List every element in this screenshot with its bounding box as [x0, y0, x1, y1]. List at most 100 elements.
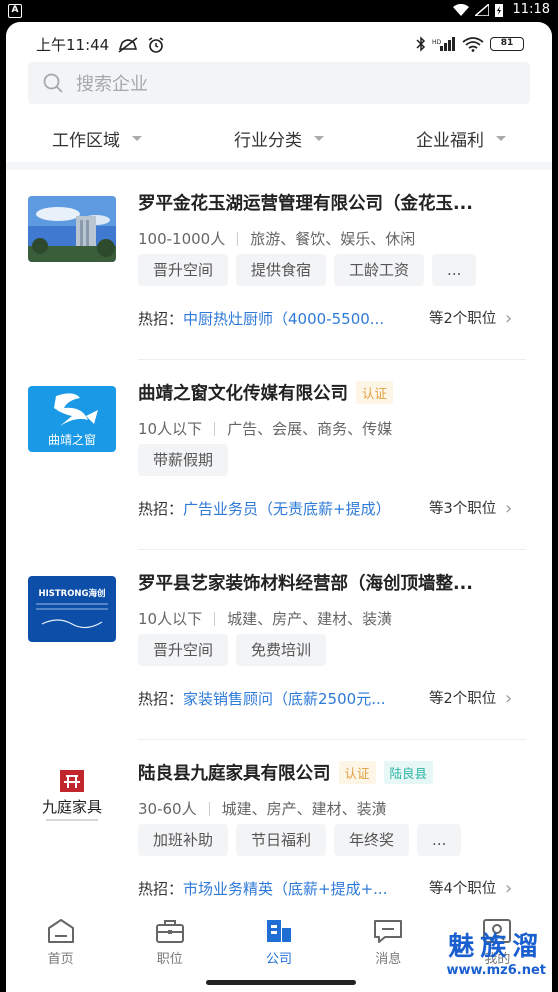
search-bar[interactable]: 搜索企业 — [28, 62, 530, 104]
job-count: 等4个职位 — [429, 880, 497, 897]
company-name: 陆良县九庭家具有限公司 认证 陆良县 — [138, 760, 528, 785]
benefit-tag: 提供食宿 — [236, 254, 327, 286]
company-logo: 九庭家具 — [28, 766, 116, 832]
battery-charging-icon — [494, 3, 503, 17]
no-signal-icon — [474, 3, 489, 16]
benefit-tag: 免费培训 — [236, 634, 327, 666]
meta-separator — [208, 801, 210, 816]
filter-industry[interactable]: 行业分类 — [188, 116, 370, 160]
benefit-tag: 晋升空间 — [138, 634, 229, 666]
meta-separator — [214, 611, 216, 626]
svg-text:曲靖之窗: 曲靖之窗 — [48, 433, 96, 447]
hot-job-title: 市场业务精英（底薪+提成+... — [183, 880, 388, 898]
certified-badge: 认证 — [356, 381, 394, 404]
system-status-bar: A 11:18 — [0, 0, 558, 22]
section-divider — [6, 162, 552, 170]
chevron-right-icon: › — [505, 688, 513, 709]
svg-text:九庭家具: 九庭家具 — [42, 798, 102, 816]
meta-separator — [214, 421, 216, 436]
caret-down-icon — [314, 135, 324, 141]
hot-job-title: 广告业务员（无责底薪+提成） — [183, 500, 391, 518]
hot-job-label: 热招： — [138, 880, 184, 898]
filter-benefits[interactable]: 企业福利 — [370, 116, 552, 160]
benefit-tag: 晋升空间 — [138, 254, 229, 286]
device-status-bar: 上午11:44 HD 81 — [6, 34, 552, 58]
company-meta: 10人以下 广告、会展、商务、传媒 — [138, 418, 392, 439]
hot-job-label: 热招： — [138, 690, 184, 708]
message-icon — [374, 920, 403, 943]
benefit-tag: 节日福利 — [236, 824, 327, 856]
job-count: 等2个职位 — [429, 690, 497, 707]
certified-badge: 认证 — [338, 761, 376, 784]
job-count: 等3个职位 — [429, 500, 497, 517]
building-icon — [267, 920, 291, 942]
company-logo: 曲靖之窗 — [28, 386, 116, 452]
company-meta: 10人以下 城建、房产、建材、装潢 — [138, 608, 392, 629]
company-logo-photo — [28, 196, 116, 262]
filter-label: 企业福利 — [416, 130, 484, 151]
job-count: 等2个职位 — [429, 310, 497, 327]
company-card[interactable]: 曲靖之窗 曲靖之窗文化传媒有限公司 认证 10人以下 广告、会展、商务、传媒 带薪… — [6, 360, 552, 550]
benefit-tags: 晋升空间 提供食宿 工龄工资 ... — [138, 254, 477, 286]
hot-job-title: 中厨热灶厨师（4000-5500... — [183, 310, 385, 328]
company-list: 罗平金花玉湖运营管理有限公司（金花玉... 100-1000人 旅游、餐饮、娱乐… — [6, 170, 552, 930]
area-badge: 陆良县 — [383, 761, 434, 784]
tab-label: 公司 — [266, 952, 293, 967]
mute-icon — [118, 36, 138, 53]
briefcase-icon — [155, 920, 184, 943]
company-size: 10人以下 — [138, 610, 203, 628]
hd-signal-icon: HD — [432, 37, 455, 51]
gesture-home-indicator[interactable] — [206, 980, 356, 985]
benefit-tags: 晋升空间 免费培训 — [138, 634, 327, 666]
wifi-icon — [452, 3, 469, 16]
company-industry: 旅游、餐饮、娱乐、休闲 — [250, 230, 416, 248]
svg-text:HD: HD — [432, 39, 442, 46]
caret-down-icon — [132, 135, 142, 141]
meta-separator — [237, 231, 239, 246]
notification-a-icon: A — [8, 4, 22, 18]
hot-job-label: 热招： — [138, 500, 184, 518]
chevron-right-icon: › — [505, 878, 513, 899]
filter-bar: 工作区域 行业分类 企业福利 — [6, 116, 552, 160]
search-placeholder: 搜索企业 — [76, 74, 148, 95]
hot-job-row[interactable]: 热招： 家装销售顾问（底薪2500元... 等2个职位 › — [138, 688, 528, 709]
alarm-icon — [148, 36, 164, 53]
hot-job-row[interactable]: 热招： 市场业务精英（底薪+提成+... 等4个职位 › — [138, 878, 528, 899]
company-meta: 100-1000人 旅游、餐饮、娱乐、休闲 — [138, 228, 415, 249]
system-clock: 11:18 — [512, 2, 550, 17]
app-screen: 上午11:44 HD 81 搜索企业 工作区域 行业分类 企业福利 罗平金花玉湖… — [6, 22, 552, 992]
benefit-tag: 带薪假期 — [138, 444, 229, 476]
company-name: 曲靖之窗文化传媒有限公司 认证 — [138, 380, 528, 405]
filter-work-area[interactable]: 工作区域 — [6, 116, 188, 160]
company-card[interactable]: 九庭家具 陆良县九庭家具有限公司 认证 陆良县 30-60人 城建、房产、建材、装潢… — [6, 740, 552, 930]
company-size: 30-60人 — [138, 800, 197, 818]
wifi-icon — [462, 37, 484, 52]
bluetooth-icon — [416, 36, 426, 52]
benefit-tag: 加班补助 — [138, 824, 229, 856]
battery-indicator: 81 — [490, 37, 524, 51]
chevron-right-icon: › — [505, 308, 513, 329]
hot-job-row[interactable]: 热招： 广告业务员（无责底薪+提成） 等3个职位 › — [138, 498, 528, 519]
hot-job-label: 热招： — [138, 310, 184, 328]
company-name: 罗平金花玉湖运营管理有限公司（金花玉... — [138, 194, 473, 214]
tab-label: 职位 — [156, 952, 183, 967]
chevron-right-icon: › — [505, 498, 513, 519]
company-size: 100-1000人 — [138, 230, 226, 248]
filter-label: 工作区域 — [52, 130, 120, 151]
tab-label: 消息 — [375, 952, 402, 967]
home-icon — [47, 919, 74, 943]
caret-down-icon — [496, 135, 506, 141]
svg-text:HISTRONG海创: HISTRONG海创 — [38, 588, 105, 599]
company-size: 10人以下 — [138, 420, 203, 438]
benefit-tag: 年终奖 — [334, 824, 410, 856]
hot-job-row[interactable]: 热招： 中厨热灶厨师（4000-5500... 等2个职位 › — [138, 308, 528, 329]
hot-job-title: 家装销售顾问（底薪2500元... — [183, 690, 386, 708]
benefit-tag-more: ... — [432, 254, 477, 286]
company-industry: 城建、房产、建材、装潢 — [221, 800, 387, 818]
tab-home[interactable]: 首页 — [6, 912, 115, 992]
company-industry: 广告、会展、商务、传媒 — [227, 420, 393, 438]
company-card[interactable]: 罗平金花玉湖运营管理有限公司（金花玉... 100-1000人 旅游、餐饮、娱乐… — [6, 170, 552, 360]
search-icon — [43, 73, 63, 93]
watermark-url: www.mz6.net — [446, 963, 546, 978]
company-card[interactable]: HISTRONG海创 罗平县艺家装饰材料经营部（海创顶墙整... 10人以下 城… — [6, 550, 552, 740]
